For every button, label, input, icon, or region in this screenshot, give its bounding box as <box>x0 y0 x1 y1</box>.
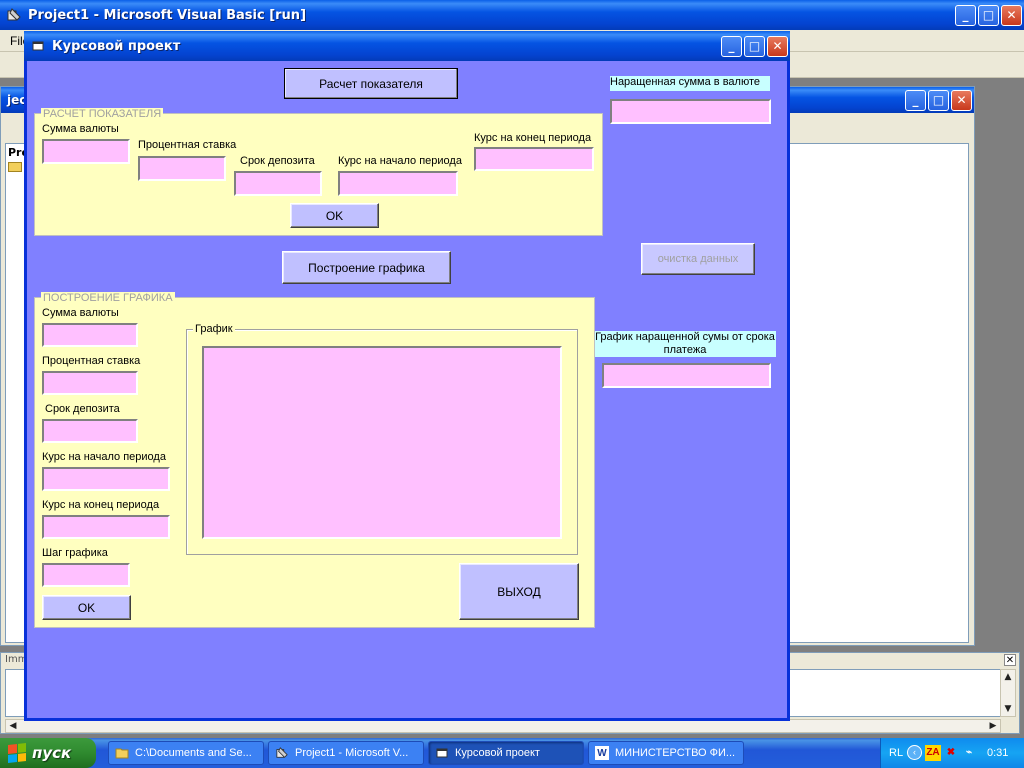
project-minimize-button[interactable]: _ <box>905 89 926 111</box>
calc-term-field[interactable] <box>234 171 322 196</box>
plot-picture-box <box>202 346 562 539</box>
zonealarm-icon[interactable]: ZA <box>925 745 941 761</box>
calc-indicator-button[interactable]: Расчет показателя <box>284 68 458 99</box>
graph-ok-button[interactable]: OK <box>42 595 131 620</box>
graph-start-rate-field[interactable] <box>42 467 170 491</box>
project-maximize-button[interactable]: □ <box>928 89 949 111</box>
form-minimize-button[interactable]: _ <box>721 35 742 57</box>
graph-start-rate-label: Курс на начало периода <box>42 451 166 463</box>
graph-end-rate-field[interactable] <box>42 515 170 539</box>
graph-rate-field[interactable] <box>42 371 138 395</box>
exit-button[interactable]: ВЫХОД <box>459 563 579 620</box>
plot-caption: График <box>193 323 235 335</box>
maximize-button[interactable]: □ <box>978 4 999 26</box>
start-label: пуск <box>32 744 72 762</box>
calc-ok-button[interactable]: OK <box>290 203 379 228</box>
graph-rate-label: Процентная ставка <box>42 355 141 367</box>
task-documents-folder[interactable]: C:\Documents and Se... <box>108 741 264 765</box>
graph-accrued-field[interactable] <box>602 363 771 388</box>
graph-amount-label: Сумма валюты <box>42 307 119 319</box>
calc-rate-label: Процентная ставка <box>138 139 237 151</box>
calc-rate-field[interactable] <box>138 156 226 181</box>
form-title-bar[interactable]: Курсовой проект _ □ ✕ <box>24 31 790 61</box>
task-vb-project[interactable]: Project1 - Microsoft V... <box>268 741 424 765</box>
immediate-horizontal-scrollbar[interactable]: ◀ ▶ <box>5 719 1001 733</box>
immediate-vertical-scrollbar[interactable]: ▲ ▼ <box>1000 669 1016 717</box>
form-app-icon <box>435 746 449 760</box>
system-tray: RL ‹ ZA ✖ ⌁ 0:31 <box>880 738 1024 768</box>
accrued-amount-label: Наращенная сумма в валюте <box>610 76 770 91</box>
calc-amount-field[interactable] <box>42 139 130 164</box>
vb-title-bar[interactable]: Project1 - Microsoft Visual Basic [run] … <box>0 0 1024 30</box>
start-button[interactable]: пуск <box>0 738 96 768</box>
minimize-button[interactable]: _ <box>955 4 976 26</box>
clear-data-button[interactable]: очистка данных <box>641 243 755 275</box>
calc-start-rate-field[interactable] <box>338 171 458 196</box>
vb-title-text: Project1 - Microsoft Visual Basic [run] <box>28 7 307 23</box>
word-icon: W <box>595 746 609 760</box>
graph-accrued-label: График наращенной сумы от срока платежа <box>594 331 776 357</box>
safely-remove-icon[interactable]: ⌁ <box>961 745 977 761</box>
windows-flag-icon <box>8 743 26 763</box>
language-indicator[interactable]: RL <box>889 747 903 759</box>
calc-end-rate-field[interactable] <box>474 147 594 171</box>
graph-frame-caption: ПОСТРОЕНИЕ ГРАФИКА <box>41 292 175 304</box>
vb-app-icon <box>6 7 22 23</box>
vb-app-icon <box>275 746 289 760</box>
scroll-up-arrow-icon[interactable]: ▲ <box>1001 670 1015 684</box>
task-label: C:\Documents and Se... <box>135 747 252 759</box>
scroll-left-arrow-icon[interactable]: ◀ <box>6 719 20 733</box>
calc-frame-caption: РАСЧЕТ ПОКАЗАТЕЛЯ <box>41 108 164 120</box>
calc-amount-label: Сумма валюты <box>42 123 119 135</box>
accrued-amount-field[interactable] <box>610 99 771 124</box>
graph-amount-field[interactable] <box>42 323 138 347</box>
task-word-document[interactable]: W МИНИСТЕРСТВО ФИ... <box>588 741 744 765</box>
folder-icon <box>115 746 129 760</box>
graph-step-field[interactable] <box>42 563 130 587</box>
graph-step-label: Шаг графика <box>42 547 108 559</box>
form-title-text: Курсовой проект <box>52 38 181 54</box>
calc-term-label: Срок депозита <box>240 155 315 167</box>
graph-term-label: Срок депозита <box>45 403 120 415</box>
graph-term-field[interactable] <box>42 419 138 443</box>
form-app-icon <box>30 38 46 54</box>
build-graph-button[interactable]: Построение графика <box>282 251 451 284</box>
task-label: Project1 - Microsoft V... <box>295 747 409 759</box>
show-hidden-icons-chevron-icon[interactable]: ‹ <box>907 745 922 760</box>
graph-end-rate-label: Курс на конец периода <box>42 499 160 511</box>
folder-icon[interactable] <box>8 162 22 172</box>
network-error-icon[interactable]: ✖ <box>943 745 959 761</box>
form-close-button[interactable]: ✕ <box>767 35 788 57</box>
scroll-right-arrow-icon[interactable]: ▶ <box>986 719 1000 733</box>
form-maximize-button[interactable]: □ <box>744 35 765 57</box>
clock: 0:31 <box>987 747 1009 759</box>
task-label: Курсовой проект <box>455 747 540 759</box>
taskbar: пуск C:\Documents and Se... Project1 - M… <box>0 738 1024 768</box>
scroll-down-arrow-icon[interactable]: ▼ <box>1001 702 1015 716</box>
calc-start-rate-label: Курс на начало периода <box>338 155 462 167</box>
calc-end-rate-label: Курс на конец периода <box>474 132 592 144</box>
project-close-button[interactable]: ✕ <box>951 89 972 111</box>
immediate-close-icon[interactable]: ✕ <box>1004 654 1016 666</box>
task-label: МИНИСТЕРСТВО ФИ... <box>615 747 736 759</box>
close-button[interactable]: ✕ <box>1001 4 1022 26</box>
task-kursovoy-proekt[interactable]: Курсовой проект <box>428 741 584 765</box>
